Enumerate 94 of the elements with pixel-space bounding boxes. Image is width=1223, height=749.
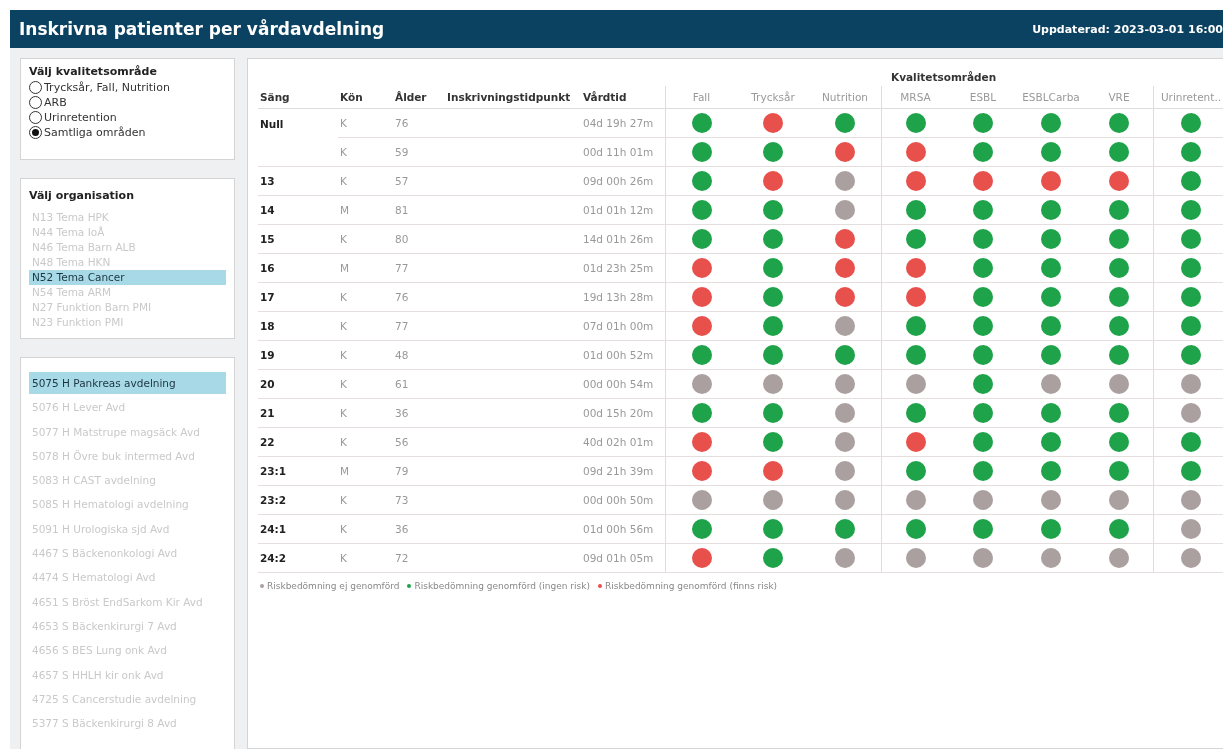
table-cell: 00d 00h 50m <box>581 486 665 515</box>
table-cell: 56 <box>393 428 445 457</box>
table-cell: 09d 21h 39m <box>581 457 665 486</box>
column-header: Fall <box>665 86 737 109</box>
column-header: Nutrition <box>809 86 881 109</box>
table-cell: 24:2 <box>258 544 338 573</box>
table-cell: 79 <box>393 457 445 486</box>
column-header: MRSA <box>881 86 949 109</box>
column-header: Inskrivningstidpunkt <box>445 86 581 109</box>
column-header: VRE <box>1085 86 1153 109</box>
column-header: ESBL <box>949 86 1017 109</box>
column-header: ESBLCarba <box>1017 86 1085 109</box>
table-cell: K <box>338 109 393 138</box>
radio-option[interactable]: Samtliga områden <box>29 125 226 140</box>
radio-label: Samtliga områden <box>44 125 146 140</box>
column-header: Vårdtid <box>581 86 665 109</box>
table-cell: 01d 00h 56m <box>581 515 665 544</box>
table-cell: 00d 00h 54m <box>581 370 665 399</box>
table-cell: 09d 01h 05m <box>581 544 665 573</box>
table-cell: M <box>338 254 393 283</box>
organisation-item[interactable]: N52 Tema Cancer <box>29 270 226 285</box>
table-cell: 57 <box>393 167 445 196</box>
table-cell: 18 <box>258 312 338 341</box>
table-cell: K <box>338 428 393 457</box>
table-cell: 07d 01h 00m <box>581 312 665 341</box>
radio-option[interactable]: ARB <box>29 95 226 110</box>
table-cell: 40d 02h 01m <box>581 428 665 457</box>
table-cell: 14 <box>258 196 338 225</box>
table-cell: 23:2 <box>258 486 338 515</box>
table-cell: 09d 00h 26m <box>581 167 665 196</box>
table-cell: 13 <box>258 167 338 196</box>
table-cell: 73 <box>393 486 445 515</box>
table-cell: 19d 13h 28m <box>581 283 665 312</box>
column-header: Trycksår <box>737 86 809 109</box>
table-cell: 72 <box>393 544 445 573</box>
column-header: Säng <box>258 86 338 109</box>
table-cell: 22 <box>258 428 338 457</box>
column-header: Urinretent.. <box>1153 86 1223 109</box>
table-cell: M <box>338 196 393 225</box>
table-cell: 36 <box>393 399 445 428</box>
table-cell: K <box>338 370 393 399</box>
table-cell: 01d 23h 25m <box>581 254 665 283</box>
table-cell: K <box>338 312 393 341</box>
table-cell: 59 <box>393 138 445 167</box>
table-cell: 81 <box>393 196 445 225</box>
table-cell: 15 <box>258 225 338 254</box>
table-cell: 61 <box>393 370 445 399</box>
table-cell: K <box>338 399 393 428</box>
table-cell: 77 <box>393 312 445 341</box>
table-cell: 01d 00h 52m <box>581 341 665 370</box>
table-cell: 00d 11h 01m <box>581 138 665 167</box>
table-cell: 19 <box>258 341 338 370</box>
table-cell: K <box>338 283 393 312</box>
legend-label: Riskbedömning ej genomförd <box>267 581 400 591</box>
table-cell: 76 <box>393 109 445 138</box>
updated-timestamp: Uppdaterad: 2023-03-01 16:00 <box>1032 22 1223 36</box>
table-cell: 48 <box>393 341 445 370</box>
table-cell: 36 <box>393 515 445 544</box>
filter-title: Välj organisation <box>29 189 135 202</box>
radio-label: Trycksår, Fall, Nutrition <box>44 80 170 95</box>
legend-label: Riskbedömning genomförd (finns risk) <box>605 581 778 591</box>
table-cell: 21 <box>258 399 338 428</box>
radio-label: Urinretention <box>44 110 117 125</box>
table-cell: 76 <box>393 283 445 312</box>
radio-option[interactable]: Urinretention <box>29 110 226 125</box>
dashboard-title: Inskrivna patienter per vårdavdelning <box>19 19 385 39</box>
table-cell: K <box>338 544 393 573</box>
table-cell: K <box>338 167 393 196</box>
table-cell: K <box>338 515 393 544</box>
table-cell: M <box>338 457 393 486</box>
table-cell: 01d 01h 12m <box>581 196 665 225</box>
table-cell: 80 <box>393 225 445 254</box>
table-cell: 23:1 <box>258 457 338 486</box>
table-cell: K <box>338 486 393 515</box>
table-cell: 04d 19h 27m <box>581 109 665 138</box>
radio-label: ARB <box>44 95 67 110</box>
table-cell: 16 <box>258 254 338 283</box>
column-header: Ålder <box>393 86 445 109</box>
table-cell: K <box>338 341 393 370</box>
table-cell: 77 <box>393 254 445 283</box>
table-cell: 24:1 <box>258 515 338 544</box>
column-header: Kön <box>338 86 393 109</box>
legend-label: Riskbedömning genomförd (ingen risk) <box>414 581 590 591</box>
table-cell-text: Null <box>259 116 285 132</box>
table-cell: 00d 15h 20m <box>581 399 665 428</box>
table-cell: K <box>338 138 393 167</box>
group-heading: Kvalitetsområden <box>890 71 998 85</box>
table-cell: K <box>338 225 393 254</box>
table-cell: 14d 01h 26m <box>581 225 665 254</box>
department-item[interactable]: 5075 H Pankreas avdelning <box>29 372 226 394</box>
table-cell: 17 <box>258 283 338 312</box>
radio-option[interactable]: Trycksår, Fall, Nutrition <box>29 80 226 95</box>
table-cell: 20 <box>258 370 338 399</box>
filter-title: Välj kvalitetsområde <box>29 65 158 78</box>
